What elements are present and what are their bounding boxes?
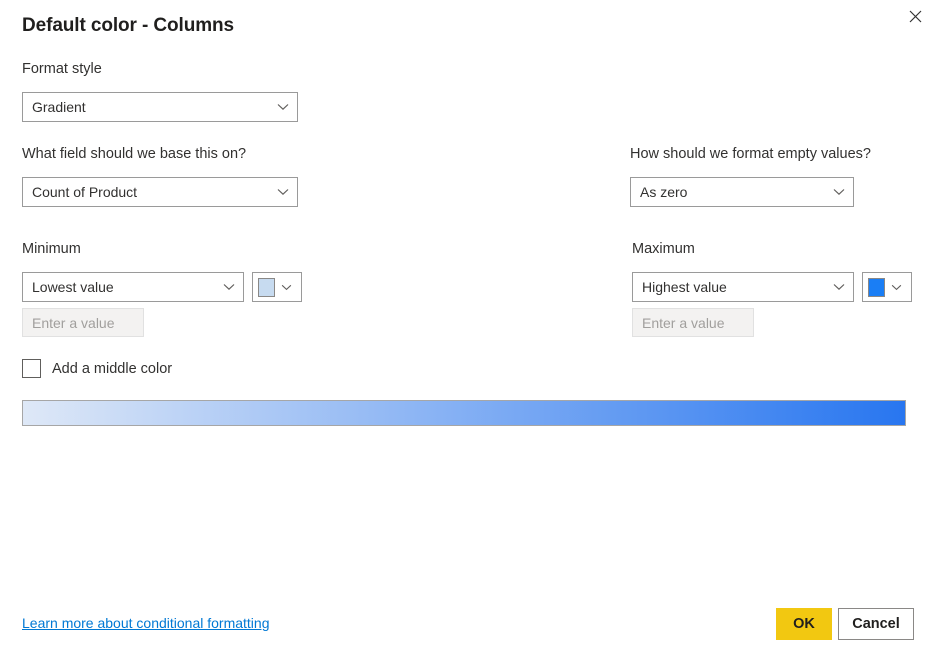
learn-more-link[interactable]: Learn more about conditional formatting bbox=[22, 615, 269, 631]
empty-values-value: As zero bbox=[631, 184, 825, 200]
chevron-down-icon bbox=[269, 188, 297, 196]
empty-values-label: How should we format empty values? bbox=[630, 145, 871, 163]
chevron-down-icon bbox=[269, 103, 297, 111]
add-middle-color-label: Add a middle color bbox=[52, 361, 172, 377]
maximum-rule-value: Highest value bbox=[633, 279, 825, 295]
format-style-label: Format style bbox=[22, 60, 102, 78]
add-middle-color-checkbox-row[interactable]: Add a middle color bbox=[22, 359, 172, 378]
minimum-value-input[interactable] bbox=[22, 308, 144, 337]
gradient-preview-bar bbox=[22, 400, 906, 426]
minimum-value-wrap bbox=[22, 308, 144, 337]
minimum-color-picker[interactable] bbox=[252, 272, 302, 302]
chevron-down-icon bbox=[825, 188, 853, 196]
ok-button[interactable]: OK bbox=[776, 608, 832, 640]
base-field-dropdown[interactable]: Count of Product bbox=[22, 177, 298, 207]
minimum-color-swatch bbox=[258, 278, 275, 297]
maximum-value-wrap bbox=[632, 308, 754, 337]
empty-values-dropdown[interactable]: As zero bbox=[630, 177, 854, 207]
base-field-label: What field should we base this on? bbox=[22, 145, 246, 163]
base-field-value: Count of Product bbox=[23, 184, 269, 200]
minimum-label: Minimum bbox=[22, 240, 81, 258]
close-icon bbox=[909, 10, 922, 23]
conditional-formatting-dialog: Default color - Columns Format style Gra… bbox=[0, 0, 938, 658]
close-button[interactable] bbox=[892, 0, 938, 32]
add-middle-color-checkbox[interactable] bbox=[22, 359, 41, 378]
dialog-title: Default color - Columns bbox=[22, 15, 234, 37]
maximum-color-swatch bbox=[868, 278, 885, 297]
chevron-down-icon bbox=[825, 283, 853, 291]
chevron-down-icon bbox=[275, 284, 297, 291]
maximum-rule-dropdown[interactable]: Highest value bbox=[632, 272, 854, 302]
format-style-dropdown[interactable]: Gradient bbox=[22, 92, 298, 122]
maximum-label: Maximum bbox=[632, 240, 695, 258]
cancel-button[interactable]: Cancel bbox=[838, 608, 914, 640]
maximum-value-input[interactable] bbox=[632, 308, 754, 337]
chevron-down-icon bbox=[885, 284, 907, 291]
chevron-down-icon bbox=[215, 283, 243, 291]
minimum-rule-value: Lowest value bbox=[23, 279, 215, 295]
format-style-value: Gradient bbox=[23, 99, 269, 115]
maximum-color-picker[interactable] bbox=[862, 272, 912, 302]
minimum-rule-dropdown[interactable]: Lowest value bbox=[22, 272, 244, 302]
